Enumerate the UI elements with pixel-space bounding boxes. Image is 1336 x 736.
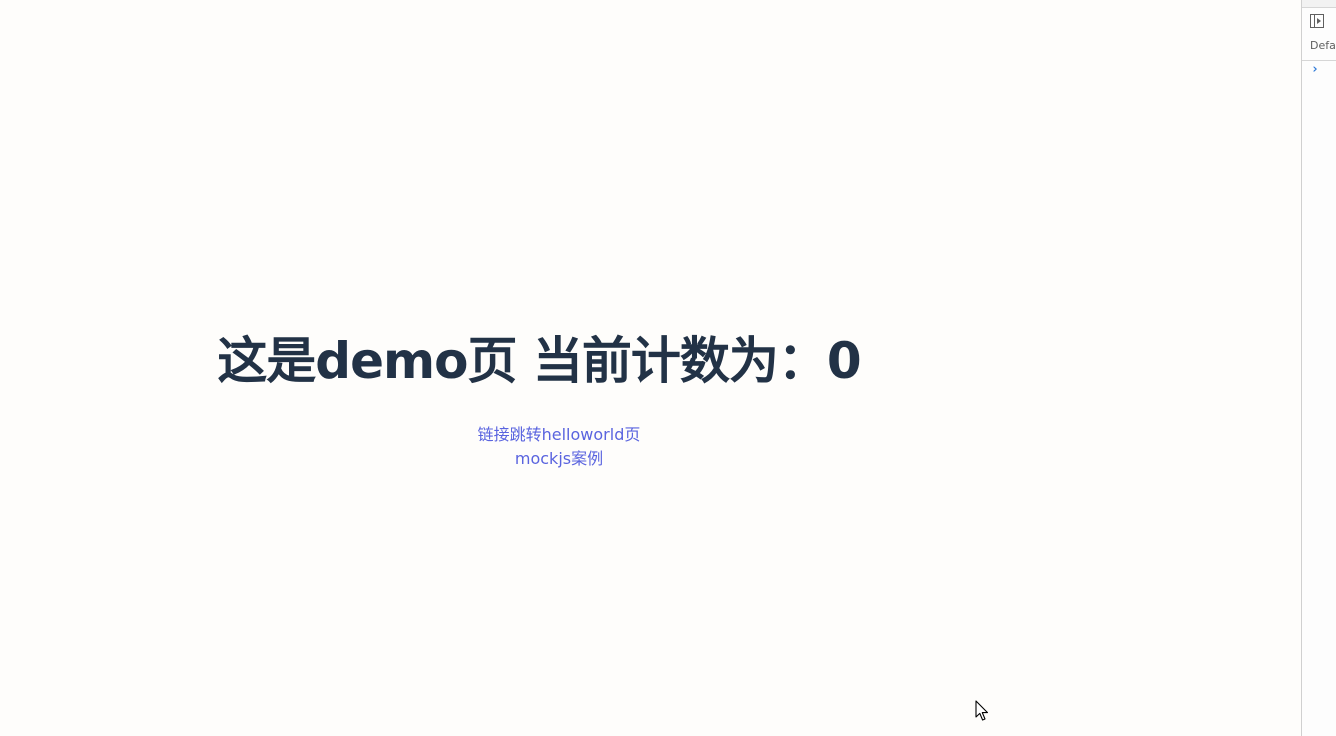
page-title: 这是demo页 当前计数为：0 [217,332,861,390]
sidebar-toggle-icon[interactable] [1309,13,1325,29]
helloworld-link[interactable]: 链接跳转helloworld页 [0,423,1118,447]
mouse-cursor-icon [975,700,989,722]
devtools-tab-strip [1302,0,1336,8]
nav-links: 链接跳转helloworld页 mockjs案例 [0,423,1118,471]
console-prompt-icon[interactable]: › [1311,62,1319,78]
execution-context-selector[interactable]: Defau [1310,39,1336,52]
devtools-divider [1302,60,1336,61]
devtools-panel: Defau › [1301,0,1336,736]
app-root: 这是demo页 当前计数为：0 链接跳转helloworld页 mockjs案例 [0,0,1301,736]
mockjs-link[interactable]: mockjs案例 [0,447,1118,471]
